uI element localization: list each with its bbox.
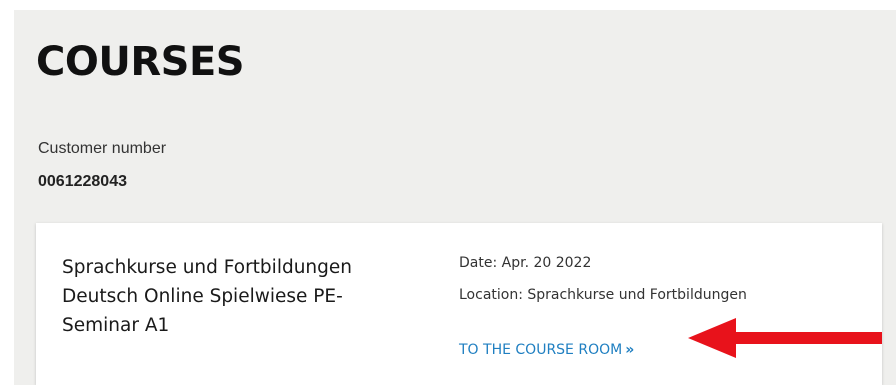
page-title: COURSES	[36, 39, 245, 85]
course-card: Sprachkurse und Fortbildungen Deutsch On…	[36, 223, 882, 385]
arrow-shaft	[732, 332, 882, 344]
course-room-link-label: TO THE COURSE ROOM	[459, 342, 623, 358]
course-date: Date: Apr. 20 2022	[459, 255, 592, 271]
customer-number-label: Customer number	[38, 140, 167, 157]
double-chevron-right-icon: »	[625, 342, 635, 358]
arrow-head	[688, 318, 736, 358]
course-room-link[interactable]: TO THE COURSE ROOM»	[459, 342, 634, 358]
red-arrow-annotation-icon	[688, 318, 882, 358]
course-location: Location: Sprachkurse und Fortbildungen	[459, 287, 747, 303]
course-title-line: Seminar A1	[62, 315, 170, 336]
course-title-line: Deutsch Online Spielwiese PE-	[62, 286, 343, 307]
course-title: Sprachkurse und Fortbildungen Deutsch On…	[62, 253, 422, 340]
course-title-line: Sprachkurse und Fortbildungen	[62, 257, 353, 278]
customer-number-value: 0061228043	[38, 173, 127, 190]
